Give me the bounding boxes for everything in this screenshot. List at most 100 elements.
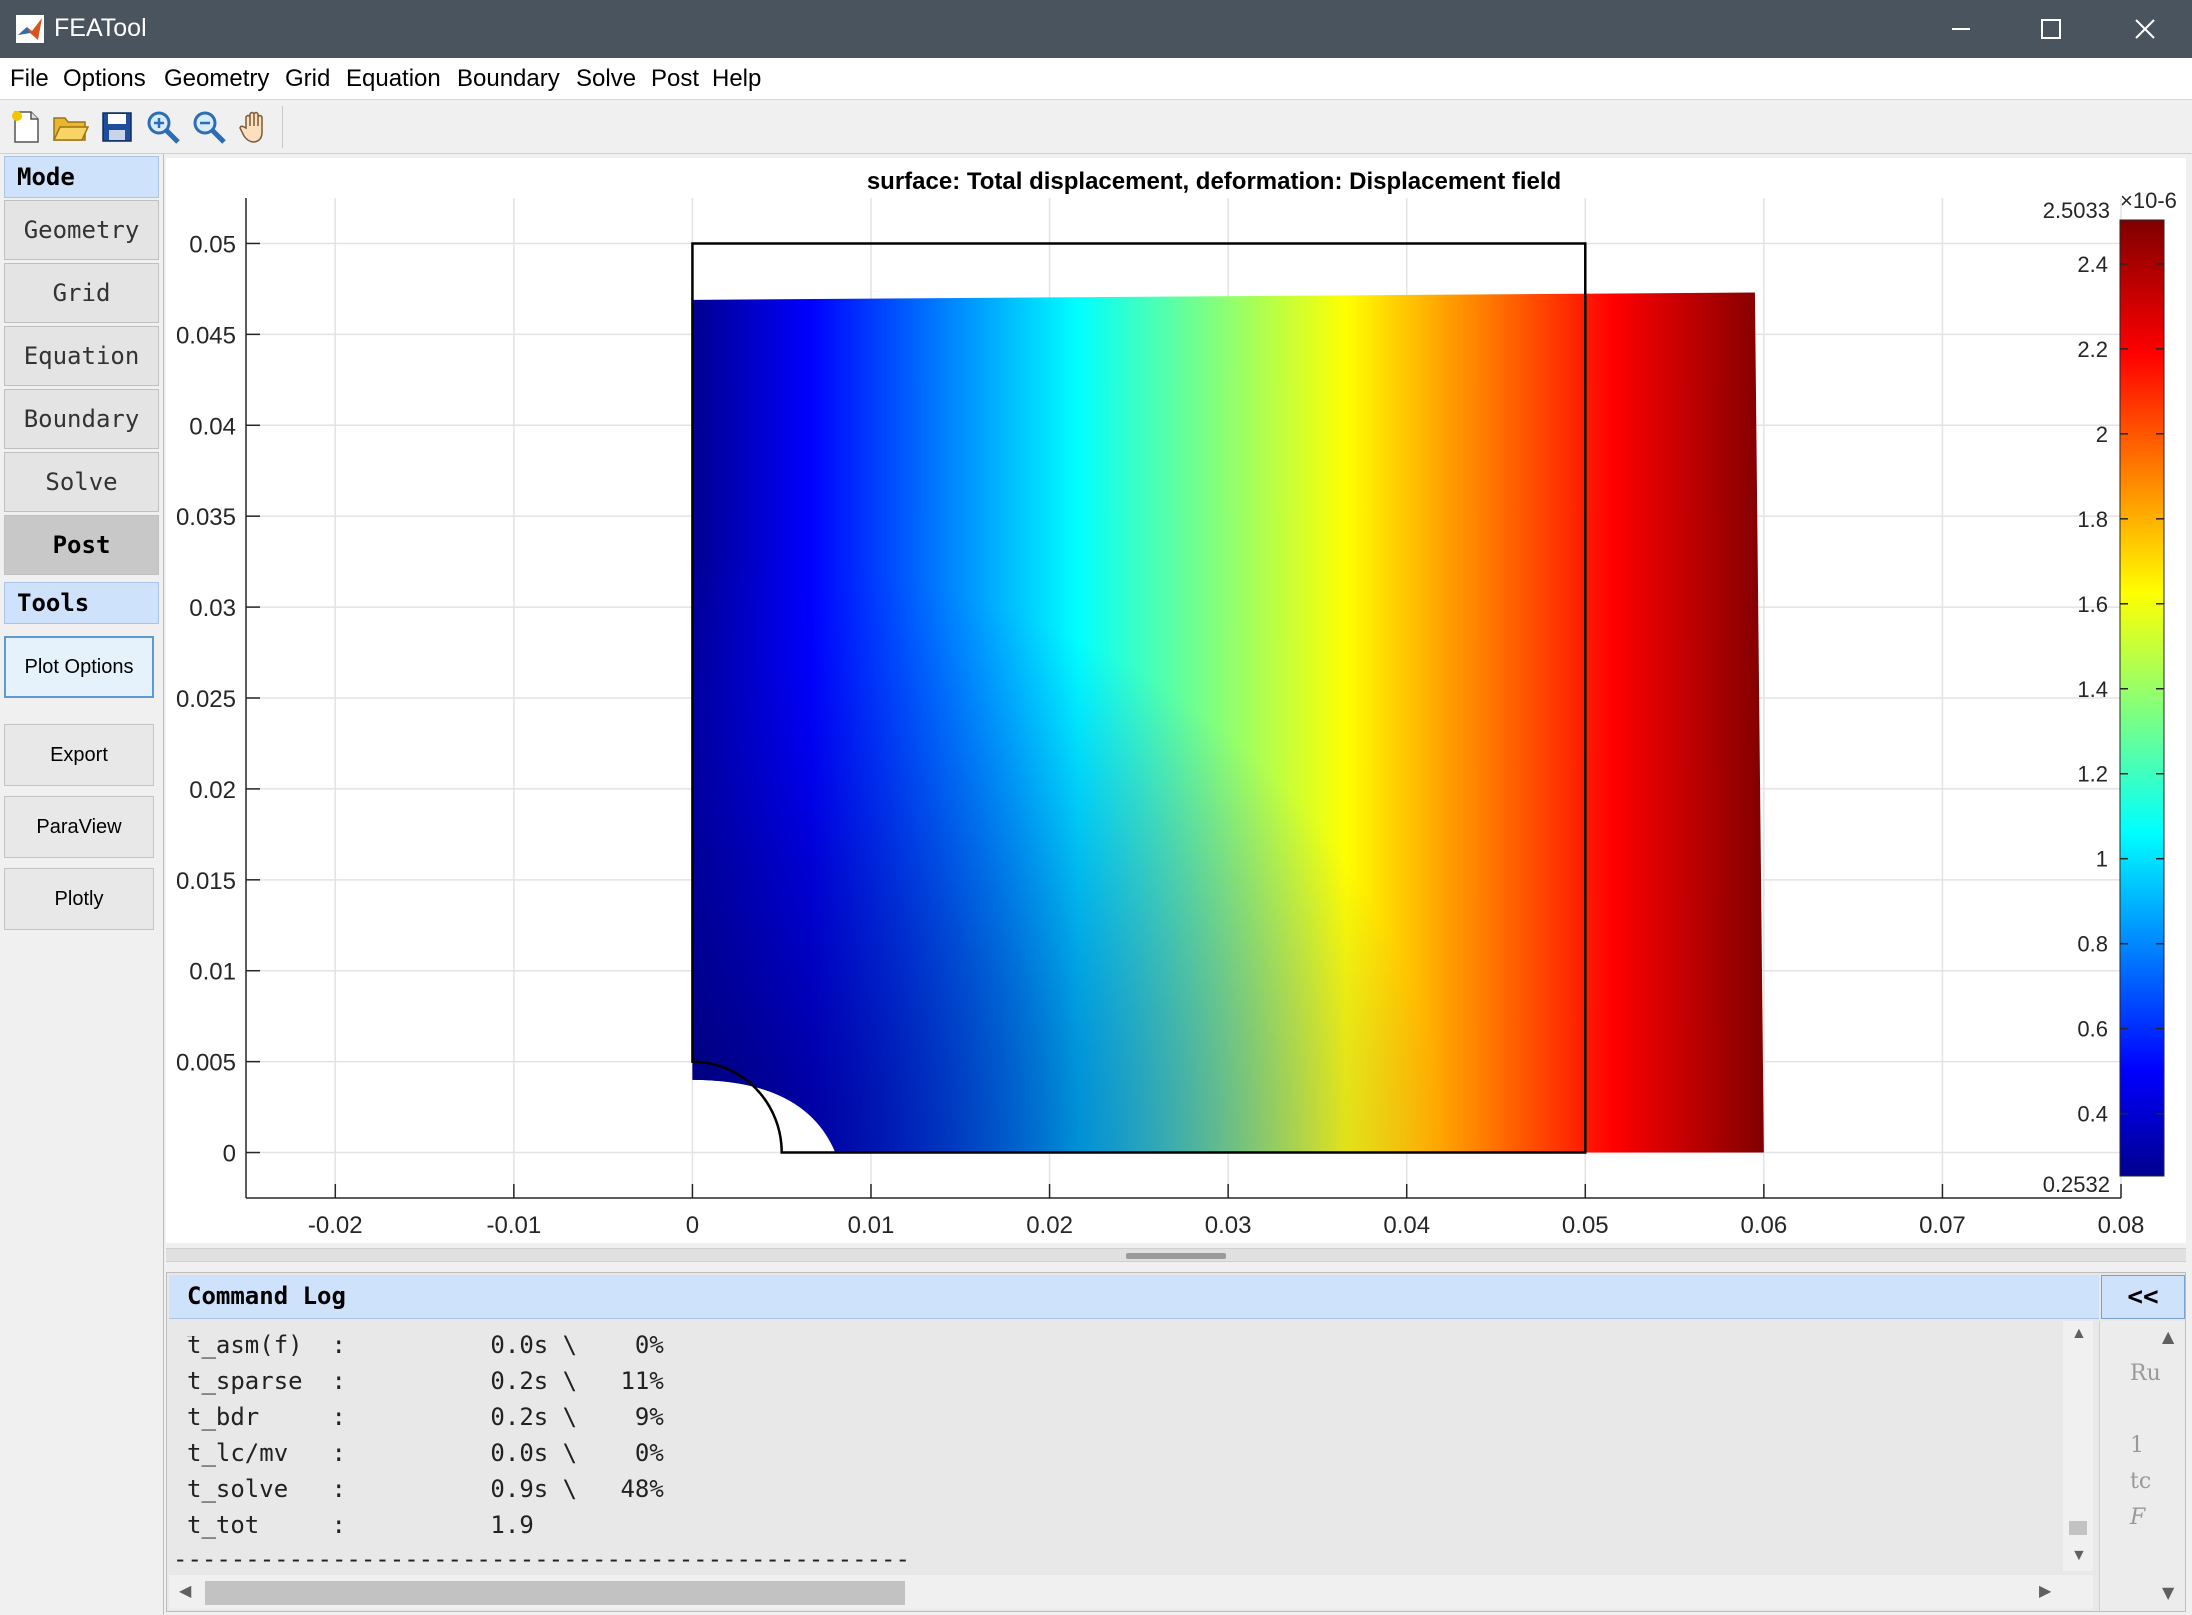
colorbar-max-label: 2.5033 (2043, 198, 2110, 223)
colorbar-tick-label: 0.6 (2077, 1017, 2108, 1042)
log-horizontal-scrollbar[interactable]: ◀ ▶ (169, 1575, 2093, 1609)
log-line: t_bdr : 0.2s \ 9% (187, 1403, 664, 1431)
colorbar-tick-label: 0.8 (2077, 932, 2108, 957)
mode-grid-button[interactable]: Grid (4, 263, 159, 323)
displacement-shading (692, 292, 1764, 1153)
scroll-down-icon[interactable]: ▼ (2071, 1547, 2087, 1565)
menu-bar: File Options Geometry Grid Equation Boun… (0, 58, 2192, 100)
y-tick-label: 0.035 (176, 504, 236, 531)
colorbar-tick-label: 2.4 (2077, 252, 2108, 277)
menu-solve[interactable]: Solve (576, 65, 636, 93)
minimize-button[interactable] (1916, 0, 2006, 58)
colorbar-min-label: 0.2532 (2043, 1172, 2110, 1197)
x-tick-label: -0.01 (487, 1212, 542, 1239)
paraview-button[interactable]: ParaView (4, 796, 154, 858)
x-tick-label: -0.02 (308, 1212, 363, 1239)
menu-geometry[interactable]: Geometry (164, 65, 269, 93)
command-log-header: Command Log (169, 1275, 2099, 1319)
y-tick-label: 0.04 (189, 413, 236, 440)
maximize-icon (2041, 19, 2061, 39)
secondary-log-pane: Ru 1 tc F ▲ ▼ (2099, 1321, 2185, 1611)
command-log-panel: Command Log << _ t_asm(f) : 0.0s \ 0% t_… (166, 1272, 2186, 1612)
toolbar-separator (282, 106, 283, 148)
zoom-in-icon[interactable] (144, 108, 182, 146)
colorbar-tick-label: 1 (2096, 847, 2108, 872)
menu-post[interactable]: Post (651, 65, 699, 93)
menu-file[interactable]: File (10, 65, 49, 93)
x-tick-label: 0.04 (1383, 1212, 1430, 1239)
mode-geometry-button[interactable]: Geometry (4, 200, 159, 260)
log-line: t_lc/mv : 0.0s \ 0% (187, 1439, 664, 1467)
x-tick-label: 0 (686, 1212, 699, 1239)
command-log-text[interactable]: _ t_asm(f) : 0.0s \ 0% t_sparse : 0.2s \… (169, 1321, 2063, 1571)
matlab-logo-icon (16, 15, 44, 43)
window-title: FEATool (54, 14, 147, 42)
colorbar-tick-label: 1.8 (2077, 507, 2108, 532)
y-tick-label: 0.01 (189, 959, 236, 986)
mode-post-button[interactable]: Post (4, 515, 159, 575)
side-fragment: F (2130, 1505, 2146, 1530)
new-file-icon[interactable] (7, 108, 45, 146)
pan-hand-icon[interactable] (236, 108, 274, 146)
log-line: ----------------------------------------… (173, 1545, 910, 1571)
close-icon (2135, 19, 2155, 39)
title-bar: FEATool (0, 0, 2192, 58)
scroll-down-icon[interactable]: ▼ (2162, 1583, 2174, 1602)
y-tick-label: 0.015 (176, 868, 236, 895)
colorbar-tick-label: 1.2 (2077, 762, 2108, 787)
colorbar-tick-label: 2.2 (2077, 337, 2108, 362)
colorbar-gradient (2119, 219, 2165, 1177)
menu-grid[interactable]: Grid (285, 65, 330, 93)
x-tick-label: 0.05 (1562, 1212, 1609, 1239)
export-button[interactable]: Export (4, 724, 154, 786)
colorbar-tick-label: 1.6 (2077, 592, 2108, 617)
menu-help[interactable]: Help (712, 65, 761, 93)
collapse-log-button[interactable]: << (2101, 1275, 2185, 1319)
colorbar-exponent: ×10-6 (2120, 188, 2177, 213)
deformed-domain (692, 292, 1764, 1153)
open-folder-icon[interactable] (51, 108, 89, 146)
log-vscroll-thumb[interactable] (2069, 1521, 2087, 1535)
plot-title: surface: Total displacement, deformation… (867, 168, 1561, 195)
y-tick-label: 0.05 (189, 231, 236, 258)
x-tick-label: 0.08 (2098, 1212, 2145, 1239)
log-line: t_tot : 1.9 (187, 1511, 534, 1539)
side-fragment: Ru (2130, 1361, 2161, 1386)
menu-equation[interactable]: Equation (346, 65, 441, 93)
y-tick-label: 0 (223, 1141, 236, 1168)
side-fragment: tc (2130, 1469, 2152, 1494)
menu-boundary[interactable]: Boundary (457, 65, 560, 93)
save-disk-icon[interactable] (98, 108, 136, 146)
panel-splitter[interactable] (166, 1248, 2186, 1262)
x-tick-label: 0.01 (848, 1212, 895, 1239)
close-button[interactable] (2100, 0, 2190, 58)
colorbar-tick-label: 1.4 (2077, 677, 2108, 702)
x-tick-label: 0.07 (1919, 1212, 1966, 1239)
colorbar-tick-label: 0.4 (2077, 1102, 2108, 1127)
scroll-up-icon[interactable]: ▲ (2162, 1327, 2174, 1346)
scroll-right-icon[interactable]: ▶ (2039, 1581, 2051, 1601)
plot-canvas[interactable]: -0.02 -0.01 0 0.01 0.02 0.03 0.04 0.05 0.06 0.07 0… (166, 158, 2186, 1243)
x-tick-label: 0.03 (1205, 1212, 1252, 1239)
plot-options-button[interactable]: Plot Options (4, 636, 154, 698)
mode-equation-button[interactable]: Equation (4, 326, 159, 386)
log-vertical-scrollbar[interactable]: ▲ ▼ (2063, 1321, 2093, 1571)
splitter-grip[interactable] (1126, 1253, 1226, 1259)
x-tick-label: 0.06 (1740, 1212, 1787, 1239)
log-line: t_asm(f) : 0.0s \ 0% (187, 1331, 664, 1359)
scroll-left-icon[interactable]: ◀ (179, 1581, 191, 1601)
y-tick-label: 0.005 (176, 1050, 236, 1077)
log-line: t_solve : 0.9s \ 48% (187, 1475, 664, 1503)
mode-solve-button[interactable]: Solve (4, 452, 159, 512)
zoom-out-icon[interactable] (190, 108, 228, 146)
menu-options[interactable]: Options (63, 65, 146, 93)
plotly-button[interactable]: Plotly (4, 868, 154, 930)
toolbar (0, 100, 2192, 154)
maximize-button[interactable] (2006, 0, 2096, 58)
mode-boundary-button[interactable]: Boundary (4, 389, 159, 449)
log-line: t_sparse : 0.2s \ 11% (187, 1367, 664, 1395)
plot-panel: -0.02 -0.01 0 0.01 0.02 0.03 0.04 0.05 0.06 0.07 0… (166, 158, 2186, 1243)
scroll-up-icon[interactable]: ▲ (2071, 1325, 2087, 1343)
y-tick-label: 0.03 (189, 595, 236, 622)
log-hscroll-thumb[interactable] (205, 1581, 905, 1605)
